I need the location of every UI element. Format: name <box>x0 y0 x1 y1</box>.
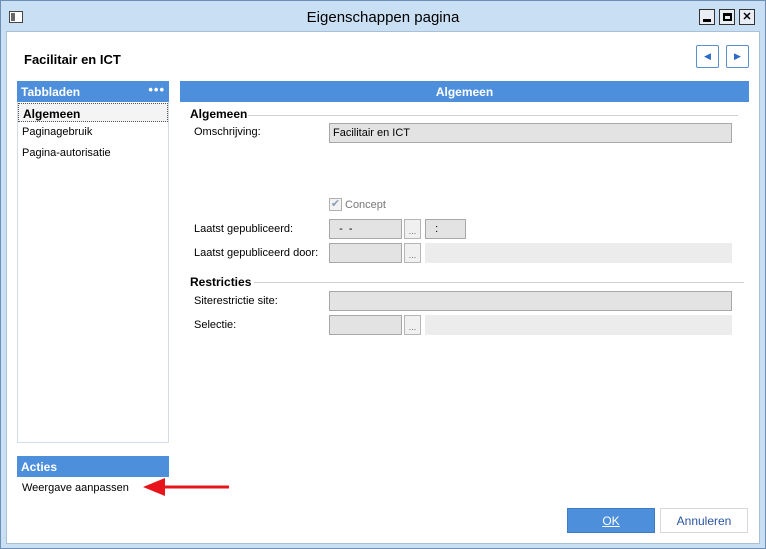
tab-pagina-autorisatie[interactable]: Pagina-autorisatie <box>18 144 168 163</box>
selection-field[interactable] <box>329 315 402 335</box>
properties-window: Eigenschappen pagina ✕ Facilitair en ICT… <box>0 0 766 549</box>
section-divider <box>248 115 738 116</box>
tab-algemeen[interactable]: Algemeen <box>18 103 168 122</box>
site-restriction-field[interactable] <box>329 291 732 311</box>
published-by-lookup-button[interactable]: ... <box>404 243 421 263</box>
acties-panel-header: Acties <box>17 456 169 477</box>
page-title: Facilitair en ICT <box>24 52 121 67</box>
selection-lookup-button[interactable]: ... <box>404 315 421 335</box>
published-by-label: Laatst gepubliceerd door: <box>194 247 319 259</box>
title-bar[interactable]: Eigenschappen pagina ✕ <box>1 1 765 31</box>
checkmark-icon: ✔ <box>330 198 341 210</box>
maximize-button[interactable] <box>719 9 735 25</box>
chevron-right-icon: ▶ <box>734 51 741 61</box>
concept-label: Concept <box>345 199 386 211</box>
window-title: Eigenschappen pagina <box>306 9 460 26</box>
published-by-field[interactable] <box>329 243 402 263</box>
cancel-button[interactable]: Annuleren <box>660 508 748 533</box>
published-time-field[interactable]: : <box>425 219 466 239</box>
chevron-left-icon: ◀ <box>704 51 711 61</box>
more-options-icon[interactable]: ••• <box>148 82 165 97</box>
section-restricties-heading: Restricties <box>190 275 252 289</box>
published-date-field[interactable]: - - <box>329 219 402 239</box>
minimize-button[interactable] <box>699 9 715 25</box>
minimize-icon <box>703 18 711 22</box>
omschrijving-label: Omschrijving: <box>194 126 261 138</box>
acties-panel-title: Acties <box>21 460 58 474</box>
red-arrow-icon <box>143 478 229 496</box>
selection-name-field <box>425 315 732 335</box>
published-date-picker-button[interactable]: ... <box>404 219 421 239</box>
published-label: Laatst gepubliceerd: <box>194 223 294 235</box>
previous-button[interactable]: ◀ <box>696 45 719 68</box>
tabs-panel-title: Tabbladen <box>21 85 81 99</box>
main-panel-header: Algemeen <box>180 81 749 102</box>
tab-paginagebruik[interactable]: Paginagebruik <box>18 123 168 142</box>
published-by-name-field <box>425 243 732 263</box>
maximize-icon <box>722 13 732 21</box>
site-restriction-label: Siterestrictie site: <box>194 295 278 307</box>
close-icon: ✕ <box>742 10 752 23</box>
tabs-panel-header: Tabbladen ••• <box>17 81 169 102</box>
section-algemeen-heading: Algemeen <box>190 107 248 121</box>
next-button[interactable]: ▶ <box>726 45 749 68</box>
section-divider <box>254 282 744 283</box>
concept-checkbox[interactable]: ✔ <box>329 198 342 211</box>
ok-button-label: OK <box>602 514 620 528</box>
ok-button[interactable]: OK <box>567 508 655 533</box>
selection-label: Selectie: <box>194 319 237 331</box>
omschrijving-field[interactable]: Facilitair en ICT <box>329 123 732 143</box>
close-button[interactable]: ✕ <box>739 9 755 25</box>
